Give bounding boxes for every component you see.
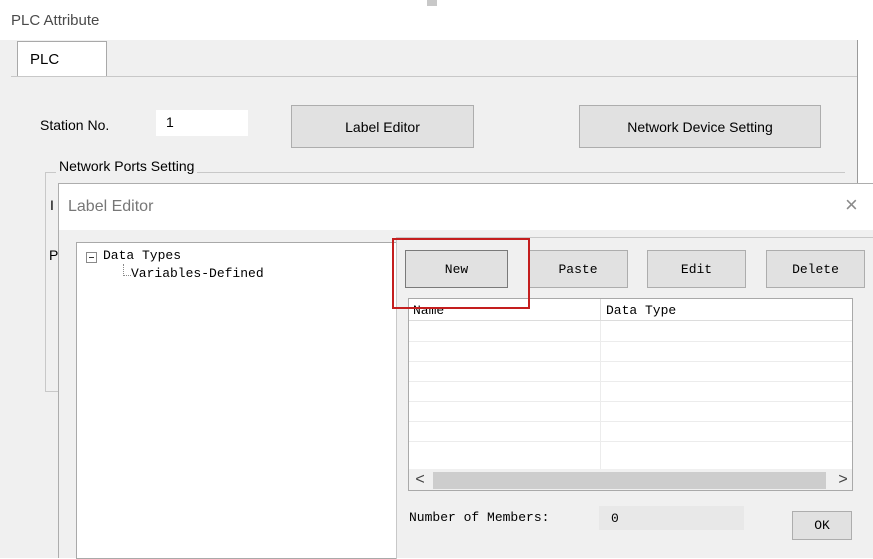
occluded-label-fragment: P [49,247,59,263]
label-editor-dialog: Label Editor × Data Types Variables-Defi… [58,183,873,559]
network-device-setting-button[interactable]: Network Device Setting [579,105,821,148]
station-no-input[interactable]: 1 [156,110,248,136]
ok-button[interactable]: OK [792,511,852,540]
column-resize-handle[interactable] [600,299,601,321]
edit-button[interactable]: Edit [647,250,746,288]
column-header-name[interactable]: Name [413,303,444,318]
new-button[interactable]: New [405,250,508,288]
tab-plc[interactable]: PLC [17,41,107,77]
table-row[interactable] [409,401,852,402]
close-icon[interactable]: × [845,194,858,216]
network-ports-legend: Network Ports Setting [56,158,198,174]
table-row[interactable] [409,441,852,442]
table-row[interactable] [409,361,852,362]
label-editor-titlebar: Label Editor × [59,184,873,230]
tree-item-data-types[interactable]: Data Types [103,248,181,263]
members-count-value: 0 [599,506,744,530]
column-divider [600,321,601,469]
scroll-right-icon[interactable]: > [832,469,852,490]
collapse-icon[interactable] [86,252,97,263]
horizontal-scrollbar[interactable]: < > [409,469,852,490]
members-count-label: Number of Members: [409,510,550,525]
delete-button[interactable]: Delete [766,250,865,288]
label-editor-button[interactable]: Label Editor [291,105,474,148]
plc-titlebar: PLC Attribute [0,0,858,40]
drag-grip[interactable] [427,0,437,6]
table-row[interactable] [409,421,852,422]
paste-button[interactable]: Paste [528,250,628,288]
tree-item-variables-defined[interactable]: Variables-Defined [131,266,264,281]
column-header-data-type[interactable]: Data Type [606,303,676,318]
station-no-label: Station No. [40,117,110,133]
tree-connector [123,275,131,276]
table-header: Name Data Type [409,299,852,321]
occluded-label-fragment: I [50,197,54,213]
plc-dialog-title: PLC Attribute [11,12,100,29]
table-row[interactable] [409,341,852,342]
table-row[interactable] [409,381,852,382]
data-types-tree[interactable]: Data Types Variables-Defined [76,242,397,559]
scroll-left-icon[interactable]: < [409,469,431,490]
label-editor-title: Label Editor [68,198,154,215]
scrollbar-thumb[interactable] [433,472,826,489]
members-table[interactable]: Name Data Type < > [408,298,853,491]
